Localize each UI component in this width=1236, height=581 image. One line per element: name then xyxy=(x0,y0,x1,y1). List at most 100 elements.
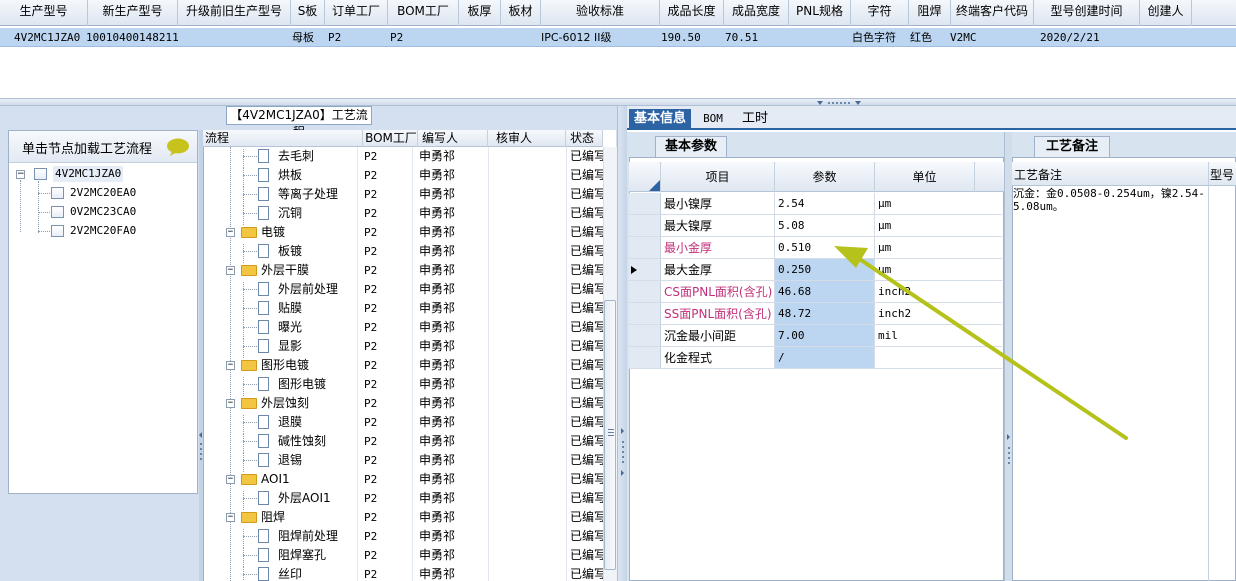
cell-solder: 红色 xyxy=(910,31,932,44)
table-row[interactable]: − 外层干膜 P2 申勇祁 已编写 xyxy=(203,261,603,280)
table-row[interactable]: 外层AOI1 P2 申勇祁 已编写 xyxy=(203,489,603,510)
row-selector[interactable] xyxy=(629,259,661,280)
col-header[interactable]: 阻焊 xyxy=(909,0,951,26)
table-row[interactable]: 沉铜 P2 申勇祁 已编写 xyxy=(203,204,603,225)
param-value[interactable]: 46.68 xyxy=(775,281,875,302)
vertical-splitter[interactable] xyxy=(617,106,627,581)
table-row[interactable]: 退膜 P2 申勇祁 已编写 xyxy=(203,413,603,434)
tree-node-child[interactable]: 0V2MC23CA0 xyxy=(70,204,136,220)
col-header[interactable]: PNL规格 xyxy=(789,0,851,26)
table-row[interactable]: − AOI1 P2 申勇祁 已编写 xyxy=(203,470,603,489)
row-selector[interactable] xyxy=(629,237,661,258)
collapse-toggle-icon[interactable]: − xyxy=(226,513,235,522)
table-row[interactable]: 最大金厚 0.250 μm xyxy=(629,259,1002,281)
table-row[interactable]: 图形电镀 P2 申勇祁 已编写 xyxy=(203,375,603,396)
row-selector[interactable] xyxy=(629,303,661,324)
param-value[interactable]: 48.72 xyxy=(775,303,875,324)
table-row[interactable]: 4V2MC1JZA0 10010400148211 母板 P2 P2 IPC-6… xyxy=(0,28,1236,47)
process-bom: P2 xyxy=(364,492,378,505)
col-header[interactable]: 成品长度 xyxy=(660,0,724,26)
table-row[interactable]: 退锡 P2 申勇祁 已编写 xyxy=(203,451,603,472)
collapse-toggle-icon[interactable]: − xyxy=(16,170,25,179)
col-header[interactable]: 单位 xyxy=(875,162,975,192)
table-row[interactable]: 曝光 P2 申勇祁 已编写 xyxy=(203,318,603,339)
table-row[interactable]: 板镀 P2 申勇祁 已编写 xyxy=(203,242,603,263)
tree-node-root[interactable]: 4V2MC1JZA0 xyxy=(53,166,124,182)
param-value[interactable]: 5.08 xyxy=(775,215,875,236)
col-header[interactable]: 新生产型号 xyxy=(88,0,178,26)
collapse-toggle-icon[interactable]: − xyxy=(226,266,235,275)
col-header[interactable]: 字符 xyxy=(851,0,909,26)
table-row[interactable]: 最小镍厚 2.54 μm xyxy=(629,193,1002,215)
collapse-toggle-icon[interactable]: − xyxy=(226,361,235,370)
tab-work-hours[interactable]: 工时 xyxy=(735,109,775,130)
col-header[interactable]: 参数 xyxy=(775,162,875,192)
row-selector[interactable] xyxy=(629,347,661,368)
col-header[interactable]: 升级前旧生产型号 xyxy=(178,0,291,26)
notes-col-header[interactable]: 工艺备注 xyxy=(1014,166,1062,183)
table-row[interactable]: − 外层蚀刻 P2 申勇祁 已编写 xyxy=(203,394,603,413)
table-row[interactable]: 化金程式 / xyxy=(629,347,1002,369)
param-value[interactable]: 0.250 xyxy=(775,259,875,280)
table-row[interactable]: − 阻焊 P2 申勇祁 已编写 xyxy=(203,508,603,527)
col-header[interactable]: S板 xyxy=(291,0,325,26)
col-header[interactable]: BOM工厂 xyxy=(388,0,459,26)
col-header[interactable]: 核审人 xyxy=(488,130,566,147)
scrollbar-thumb[interactable] xyxy=(604,300,616,570)
col-header[interactable]: 项目 xyxy=(661,162,775,192)
param-value[interactable]: 0.510 xyxy=(775,237,875,258)
col-header[interactable]: 流程 xyxy=(203,130,363,147)
col-header[interactable]: 板厚 xyxy=(459,0,501,26)
table-row[interactable]: SS面PNL面积(含孔) 48.72 inch2 xyxy=(629,303,1002,325)
row-selector[interactable] xyxy=(629,193,661,214)
table-row[interactable]: 外层前处理 P2 申勇祁 已编写 xyxy=(203,280,603,301)
horizontal-splitter[interactable] xyxy=(0,98,1236,106)
row-selector[interactable] xyxy=(629,281,661,302)
collapse-toggle-icon[interactable]: − xyxy=(226,228,235,237)
tree-node-child[interactable]: 2V2MC20EA0 xyxy=(70,185,136,201)
col-header[interactable]: 型号创建时间 xyxy=(1034,0,1140,26)
table-row[interactable]: 烘板 P2 申勇祁 已编写 xyxy=(203,166,603,187)
process-note-text[interactable]: 沉金：金0.0508-0.254um，镍2.54-5.08um。 xyxy=(1013,187,1205,213)
table-row[interactable]: 阻焊前处理 P2 申勇祁 已编写 xyxy=(203,527,603,548)
param-unit: μm xyxy=(878,219,892,232)
table-row[interactable]: 最小金厚 0.510 μm xyxy=(629,237,1002,259)
param-value[interactable]: 7.00 xyxy=(775,325,875,346)
param-value[interactable]: / xyxy=(775,347,875,368)
table-row[interactable]: 丝印 P2 申勇祁 已编写 xyxy=(203,565,603,581)
vertical-splitter[interactable] xyxy=(1004,132,1012,581)
table-row[interactable]: 贴膜 P2 申勇祁 已编写 xyxy=(203,299,603,320)
col-header[interactable]: 终端客户代码 xyxy=(951,0,1034,26)
collapse-toggle-icon[interactable]: − xyxy=(226,399,235,408)
col-header[interactable]: BOM工厂 xyxy=(363,130,418,147)
col-header[interactable]: 成品宽度 xyxy=(724,0,789,26)
table-row[interactable]: 等离子处理 P2 申勇祁 已编写 xyxy=(203,185,603,206)
col-header[interactable]: 板材 xyxy=(501,0,541,26)
tab-process-notes[interactable]: 工艺备注 xyxy=(1034,136,1110,157)
col-header[interactable]: 状态 xyxy=(566,130,603,147)
table-row[interactable]: 最大镍厚 5.08 μm xyxy=(629,215,1002,237)
table-row[interactable]: − 电镀 P2 申勇祁 已编写 xyxy=(203,223,603,242)
table-row[interactable]: CS面PNL面积(含孔) 46.68 inch2 xyxy=(629,281,1002,303)
tab-bom[interactable]: BOM xyxy=(697,109,729,130)
col-header[interactable]: 验收标准 xyxy=(541,0,660,26)
tab-basic-params[interactable]: 基本参数 xyxy=(655,136,727,157)
col-header[interactable]: 生产型号 xyxy=(0,0,88,26)
cell-character: 白色字符 xyxy=(852,31,896,44)
table-row[interactable]: 碱性蚀刻 P2 申勇祁 已编写 xyxy=(203,432,603,453)
col-header[interactable]: 创建人 xyxy=(1140,0,1192,26)
table-row[interactable]: 阻焊塞孔 P2 申勇祁 已编写 xyxy=(203,546,603,567)
collapse-toggle-icon[interactable]: − xyxy=(226,475,235,484)
col-header[interactable]: 编写人 xyxy=(418,130,488,147)
row-selector[interactable] xyxy=(629,325,661,346)
tree-node-child[interactable]: 2V2MC20FA0 xyxy=(70,223,136,239)
table-row[interactable]: 去毛刺 P2 申勇祁 已编写 xyxy=(203,147,603,168)
row-selector[interactable] xyxy=(629,215,661,236)
table-row[interactable]: 沉金最小间距 7.00 mil xyxy=(629,325,1002,347)
param-value[interactable]: 2.54 xyxy=(775,193,875,214)
table-row[interactable]: − 图形电镀 P2 申勇祁 已编写 xyxy=(203,356,603,375)
tab-basic-info[interactable]: 基本信息 xyxy=(629,109,691,130)
file-icon xyxy=(258,301,269,315)
col-header[interactable]: 订单工厂 xyxy=(325,0,388,26)
table-row[interactable]: 显影 P2 申勇祁 已编写 xyxy=(203,337,603,358)
